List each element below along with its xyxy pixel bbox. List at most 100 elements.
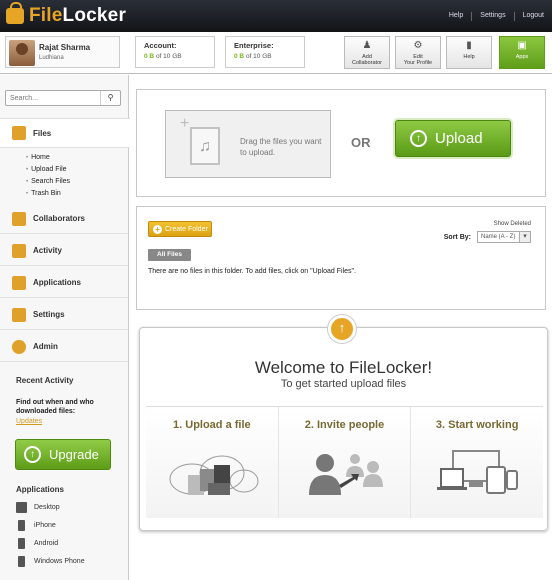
app-label: Android [34,540,59,547]
app-label: Desktop [34,504,60,511]
sidebar-item-admin[interactable]: Admin [0,332,128,362]
scroll-up-icon[interactable]: ↑ [328,315,356,343]
app-label: iPhone [34,522,56,529]
collaborators-icon [12,211,26,226]
activity-icon [12,243,26,258]
help-label: Help [463,54,475,60]
files-subnav: Home Upload File Search Files Trash Bin [26,152,70,200]
getting-started-steps: 1. Upload a file 2. Invite people 3. Sta… [146,406,544,518]
desktop-icon [16,502,27,513]
sidebar-item-label: Admin [33,342,58,351]
logo-text-suffix: Locker [62,5,127,26]
add-user-icon: ♟ [362,40,372,51]
add-collaborator-button[interactable]: ♟ Add Collaborator [344,36,390,69]
step-start-working: 3. Start working [411,407,544,518]
create-folder-button[interactable]: + Create Folder [148,221,212,237]
files-panel: + Create Folder Show Deleted Sort By: Na… [136,206,546,310]
lock-icon [6,2,24,24]
or-label: OR [351,135,371,150]
search-input[interactable] [6,91,98,105]
sidebar: ⚲ Files Home Upload File Search Files Tr… [0,75,130,580]
upgrade-button[interactable]: ↑ Upgrade [15,439,111,470]
upload-button[interactable]: ↑ Upload [395,120,511,157]
top-bar: FileLocker Help Settings Logout [0,0,552,32]
arrow-up-icon: ↑ [410,130,427,147]
account-used: 0 B [144,53,155,60]
app-android[interactable]: Android [16,538,58,549]
plus-icon: + [180,115,190,132]
account-total: of 10 GB [155,53,182,60]
step-invite-people: 2. Invite people [278,407,412,518]
sidebar-item-label: Settings [33,310,65,319]
sidebar-item-label: Collaborators [33,214,86,223]
upload-panel: + ♫ Drag the files you want to upload. O… [136,89,546,197]
apps-button[interactable]: ▣ Apps [499,36,545,69]
cloud-files-illustration [169,455,259,495]
sidebar-item-applications[interactable]: Applications [0,268,128,298]
enterprise-total: of 10 GB [245,53,272,60]
music-file-icon: ♫ [190,127,220,165]
search-icon[interactable]: ⚲ [100,91,120,105]
divider [513,12,515,21]
upgrade-label: Upgrade [49,447,99,462]
user-location: Ludhiana [39,55,64,61]
app-logo[interactable]: FileLocker [6,2,127,28]
logo-text-prefix: File [29,5,63,26]
files-icon [12,126,26,140]
step-title: 3. Start working [435,419,519,431]
recent-activity-text: Find out when and who downloaded files: [16,399,94,415]
drop-zone[interactable]: + ♫ Drag the files you want to upload. [165,110,331,178]
show-deleted-link[interactable]: Show Deleted [494,221,531,227]
subnav-home[interactable]: Home [26,152,70,164]
divider [471,12,473,21]
sidebar-item-collaborators[interactable]: Collaborators [0,204,128,234]
sort-control: Sort By: Name (A - Z) [444,231,531,243]
add-collaborator-label: Add Collaborator [352,54,382,66]
welcome-panel: Welcome to FileLocker! To get started up… [139,327,548,531]
enterprise-quota: Enterprise: 0 B of 10 GB [225,36,305,68]
apps-label: Apps [515,54,529,60]
drop-zone-text: Drag the files you want to upload. [240,137,322,157]
user-name: Rajat Sharma [39,43,91,52]
plus-icon: + [153,224,162,234]
sidebar-item-activity[interactable]: Activity [0,236,128,266]
edit-profile-button[interactable]: ⚙ Edit Your Profile [395,36,441,69]
account-quota: Account: 0 B of 10 GB [135,36,215,68]
iphone-icon [18,520,25,531]
welcome-title: Welcome to FileLocker! [254,358,433,377]
updates-link[interactable]: Updates [16,418,42,425]
app-desktop[interactable]: Desktop [16,502,60,513]
app-windows-phone[interactable]: Windows Phone [16,556,85,567]
step-title: 1. Upload a file [173,419,251,431]
help-link[interactable]: Help [449,12,463,21]
step-upload-file: 1. Upload a file [146,407,279,518]
sort-select[interactable]: Name (A - Z) [477,231,531,243]
create-folder-label: Create Folder [165,225,208,233]
app-iphone[interactable]: iPhone [16,520,56,531]
edit-profile-label: Edit Your Profile [403,54,433,66]
all-files-tab[interactable]: All Files [148,249,191,261]
android-icon [18,538,25,549]
enterprise-used: 0 B [234,53,245,60]
subnav-upload-file[interactable]: Upload File [26,164,70,176]
account-quota-label: Account: [144,41,177,50]
subnav-trash-bin[interactable]: Trash Bin [26,188,70,200]
logout-link[interactable]: Logout [523,12,544,21]
sidebar-item-settings[interactable]: Settings [0,300,128,330]
help-icon: ▮ [466,40,472,51]
devices-illustration [437,450,519,494]
app-label: Windows Phone [34,558,85,565]
windows-phone-icon [18,556,25,567]
admin-gear-icon [12,339,26,354]
apps-icon: ▣ [517,40,527,51]
user-card[interactable]: Rajat Sharma Ludhiana [5,36,120,68]
upload-label: Upload [435,130,483,147]
sidebar-item-files[interactable]: Files [0,118,130,148]
help-button[interactable]: ▮ Help [446,36,492,69]
applications-icon [12,275,26,290]
gear-icon: ⚙ [413,40,423,51]
recent-activity-title: Recent Activity [16,376,74,385]
subnav-search-files[interactable]: Search Files [26,176,70,188]
settings-link[interactable]: Settings [480,12,505,21]
people-illustration [308,454,383,495]
